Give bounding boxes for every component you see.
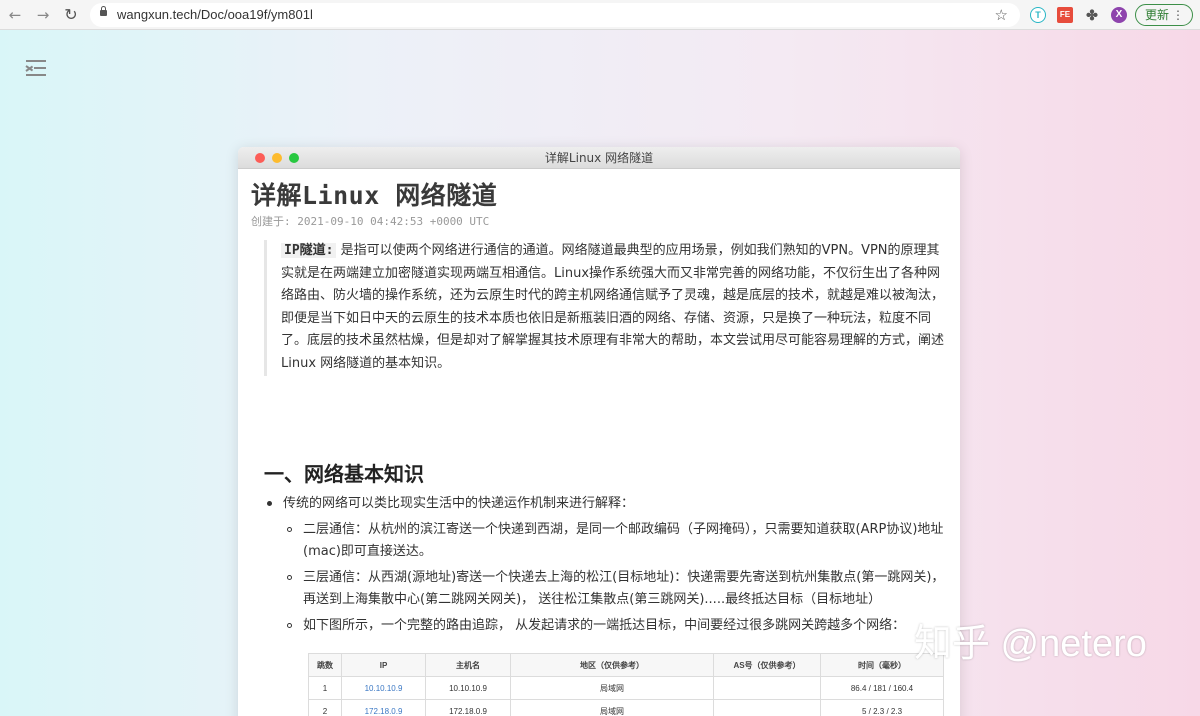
profile-avatar[interactable]: X — [1111, 7, 1127, 23]
update-button[interactable]: 更新 ⋮ — [1135, 4, 1193, 26]
lock-icon[interactable] — [100, 6, 107, 16]
content-list: 传统的网络可以类比现实生活中的快递运作机制来进行解释： 二层通信：从杭州的滨江寄… — [262, 493, 952, 637]
update-label: 更新 — [1145, 8, 1170, 22]
table-cell — [713, 699, 821, 716]
table-header-cell: 主机名 — [425, 653, 511, 677]
zhihu-watermark: 知乎 @netero — [914, 623, 1147, 665]
table-cell: 10.10.10.9 — [425, 676, 511, 700]
window-titlebar: 详解Linux 网络隧道 — [238, 147, 960, 169]
table-row: 1 10.10.10.9 10.10.10.9 局域网 86.4 / 181 /… — [308, 676, 944, 700]
star-icon[interactable]: ☆ — [995, 3, 1008, 27]
more-menu-icon[interactable]: ⋮ — [1172, 5, 1184, 25]
page-background: 详解Linux 网络隧道 详解Linux 网络隧道 创建于: 2021-09-1… — [0, 30, 1200, 716]
url-text[interactable]: wangxun.tech/Doc/ooa19f/ym801l — [117, 3, 313, 27]
table-header-cell: IP — [341, 653, 426, 677]
table-row: 2 172.18.0.9 172.18.0.9 局域网 5 / 2.3 / 2.… — [308, 699, 944, 716]
list-item: 二层通信：从杭州的滨江寄送一个快递到西湖，是同一个邮政编码（子网掩码），只需要知… — [262, 519, 952, 564]
fe-extension-icon[interactable]: FE — [1057, 7, 1073, 23]
table-header-cell: 跳数 — [308, 653, 342, 677]
table-cell: 172.18.0.9 — [425, 699, 511, 716]
window-title: 详解Linux 网络隧道 — [544, 151, 654, 165]
table-cell: 86.4 / 181 / 160.4 — [820, 676, 944, 700]
table-cell: 5 / 2.3 / 2.3 — [820, 699, 944, 716]
quote-keyword: IP隧道: — [281, 243, 337, 258]
table-cell: 1 — [308, 676, 342, 700]
ip-link[interactable]: 10.10.10.9 — [341, 676, 426, 700]
forward-arrow-icon[interactable]: → — [34, 6, 52, 24]
sidebar-toggle-icon[interactable] — [25, 59, 46, 77]
traceroute-table: 跳数 IP 主机名 地区（仅供参考） AS号（仅供参考） 时间（毫秒） 1 10… — [308, 653, 944, 716]
table-cell: 2 — [308, 699, 342, 716]
ip-link[interactable]: 172.18.0.9 — [341, 699, 426, 716]
list-item: 传统的网络可以类比现实生活中的快递运作机制来进行解释： — [262, 493, 952, 516]
table-header-cell: 地区（仅供参考） — [510, 653, 714, 677]
created-timestamp: 创建于: 2021-09-10 04:42:53 +0000 UTC — [251, 215, 490, 228]
list-item: 三层通信：从西湖(源地址)寄送一个快递去上海的松江(目标地址)：快递需要先寄送到… — [262, 567, 952, 612]
quote-text: 是指可以使两个网络进行通信的通道。网络隧道最典型的应用场景，例如我们熟知的VPN… — [281, 243, 945, 371]
back-arrow-icon[interactable]: ← — [6, 6, 24, 24]
table-header-row: 跳数 IP 主机名 地区（仅供参考） AS号（仅供参考） 时间（毫秒） — [308, 653, 944, 677]
reload-icon[interactable]: ↻ — [62, 6, 80, 24]
puzzle-extensions-icon[interactable]: ✤ — [1084, 7, 1100, 23]
address-bar[interactable]: wangxun.tech/Doc/ooa19f/ym801l ☆ — [90, 3, 1020, 27]
translate-extension-icon[interactable]: T — [1030, 7, 1046, 23]
intro-blockquote: IP隧道: 是指可以使两个网络进行通信的通道。网络隧道最典型的应用场景，例如我们… — [264, 240, 944, 376]
browser-toolbar: ← → ↻ wangxun.tech/Doc/ooa19f/ym801l ☆ T… — [0, 0, 1200, 30]
table-cell — [713, 676, 821, 700]
page-title: 详解Linux 网络隧道 — [251, 181, 498, 210]
section-heading: 一、网络基本知识 — [264, 462, 424, 486]
table-header-cell: AS号（仅供参考） — [713, 653, 821, 677]
table-cell: 局域网 — [510, 699, 714, 716]
table-cell: 局域网 — [510, 676, 714, 700]
list-item: 如下图所示，一个完整的路由追踪， 从发起请求的一端抵达目标，中间要经过很多跳网关… — [262, 615, 952, 638]
document-window: 详解Linux 网络隧道 详解Linux 网络隧道 创建于: 2021-09-1… — [238, 147, 960, 716]
